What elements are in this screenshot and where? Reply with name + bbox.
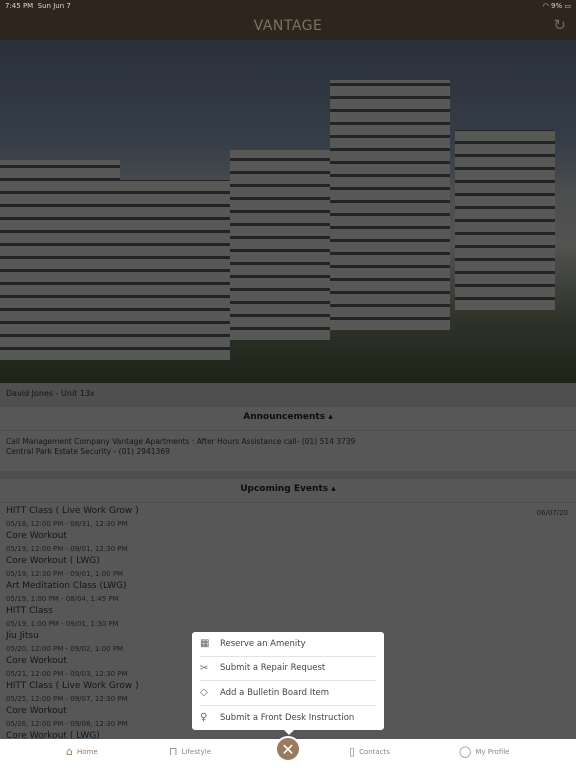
events-header[interactable]: Upcoming Events ▴ (0, 479, 576, 503)
tag-icon: ◇ (200, 687, 208, 699)
menu-item-label: Submit a Repair Request (220, 663, 326, 674)
event-name: Core Workout (6, 531, 67, 541)
tab-profile[interactable]: ◯ My Profile (459, 745, 510, 758)
tab-lifestyle[interactable]: ⊓ Lifestyle (169, 745, 211, 758)
app-header: VANTAGE ↻ (0, 12, 576, 40)
menu-item[interactable]: ✂ Submit a Repair Request (200, 657, 376, 681)
menu-item[interactable]: ♀ Submit a Front Desk Instruction (200, 706, 376, 731)
event-time: 05/19, 12:00 PM - 09/01, 12:30 PM (6, 545, 128, 553)
app-title: VANTAGE (253, 18, 323, 34)
tab-contacts[interactable]: ▯ Contacts (349, 745, 390, 758)
event-item[interactable]: HITT Class 05/19, 1:00 PM - 09/01, 1:30 P… (6, 605, 570, 630)
battery-level: 9% (551, 2, 563, 10)
event-time: 05/19, 1:00 PM - 09/01, 1:30 PM (6, 620, 119, 628)
event-name: HITT Class (6, 606, 53, 616)
event-item[interactable]: Art Meditation Class (LWG) 05/19, 1:00 PM… (6, 580, 570, 605)
event-item[interactable]: Core Workout ( LWG) 05/19, 12:30 PM - 09/… (6, 555, 570, 580)
collapse-icon: ▴ (328, 412, 333, 422)
menu-item[interactable]: ◇ Add a Bulletin Board Item (200, 681, 376, 706)
menu-item-label: Add a Bulletin Board Item (220, 687, 330, 698)
key-icon: ♀ (200, 712, 208, 724)
announcements-header[interactable]: Announcements ▴ (0, 407, 576, 431)
event-name: Art Meditation Class (LWG) (6, 581, 127, 591)
collapse-icon: ▴ (331, 484, 336, 494)
tab-label: My Profile (475, 747, 510, 756)
announcements-body: Call Management Company Vantage Apartmen… (0, 431, 576, 471)
home-icon: ⌂ (66, 745, 73, 758)
wifi-icon: ◠ (542, 2, 549, 10)
close-menu-button[interactable]: ✕ (275, 736, 301, 762)
resident-label: David Jones - Unit 13x (0, 383, 576, 407)
tab-label: Contacts (359, 747, 390, 756)
event-time: 05/19, 1:00 PM - 08/04, 1:45 PM (6, 595, 119, 603)
address-book-icon: ▯ (349, 745, 356, 758)
event-time: 05/18, 12:00 PM - 08/31, 12:30 PM (6, 520, 128, 528)
event-item[interactable]: Core Workout 05/19, 12:00 PM - 09/01, 12:… (6, 530, 570, 555)
event-item[interactable]: HITT Class ( Live Work Grow ) 05/18, 12:0… (6, 505, 570, 530)
events-title: Upcoming Events (240, 484, 329, 494)
bag-icon: ⊓ (169, 745, 178, 758)
status-time: 7:45 PM (5, 2, 34, 10)
refresh-icon[interactable]: ↻ (553, 16, 566, 34)
announcement-line: Central Park Estate Security - (01) 2941… (6, 447, 170, 456)
battery-icon: ▭ (564, 2, 571, 10)
announcements-title: Announcements (243, 412, 326, 422)
event-name: HITT Class ( Live Work Grow ) (6, 506, 139, 516)
menu-item[interactable]: ▦ Reserve an Amenity (200, 632, 376, 657)
status-date: Sun Jun 7 (37, 2, 71, 10)
tools-icon: ✂ (200, 662, 209, 674)
event-name: Core Workout ( LWG) (6, 556, 100, 566)
menu-item-label: Submit a Front Desk Instruction (220, 712, 355, 723)
calendar-icon: ▦ (200, 638, 210, 650)
quick-actions-menu: ▦ Reserve an Amenity ✂ Submit a Repair Requ… (192, 632, 384, 730)
status-bar: 7:45 PM Sun Jun 7 ◠ 9% ▭ (0, 0, 576, 12)
building-photo (0, 40, 576, 383)
menu-item-label: Reserve an Amenity (220, 638, 306, 649)
user-icon: ◯ (459, 745, 472, 758)
close-icon: ✕ (281, 739, 295, 759)
tab-home[interactable]: ⌂ Home (66, 745, 98, 758)
tab-label: Home (76, 747, 98, 756)
events-date: 06/07/20 (536, 509, 568, 517)
announcement-line: Call Management Company Vantage Apartmen… (6, 437, 356, 446)
event-time: 05/19, 12:30 PM - 09/01, 1:00 PM (6, 570, 124, 578)
tab-label: Lifestyle (181, 747, 211, 756)
